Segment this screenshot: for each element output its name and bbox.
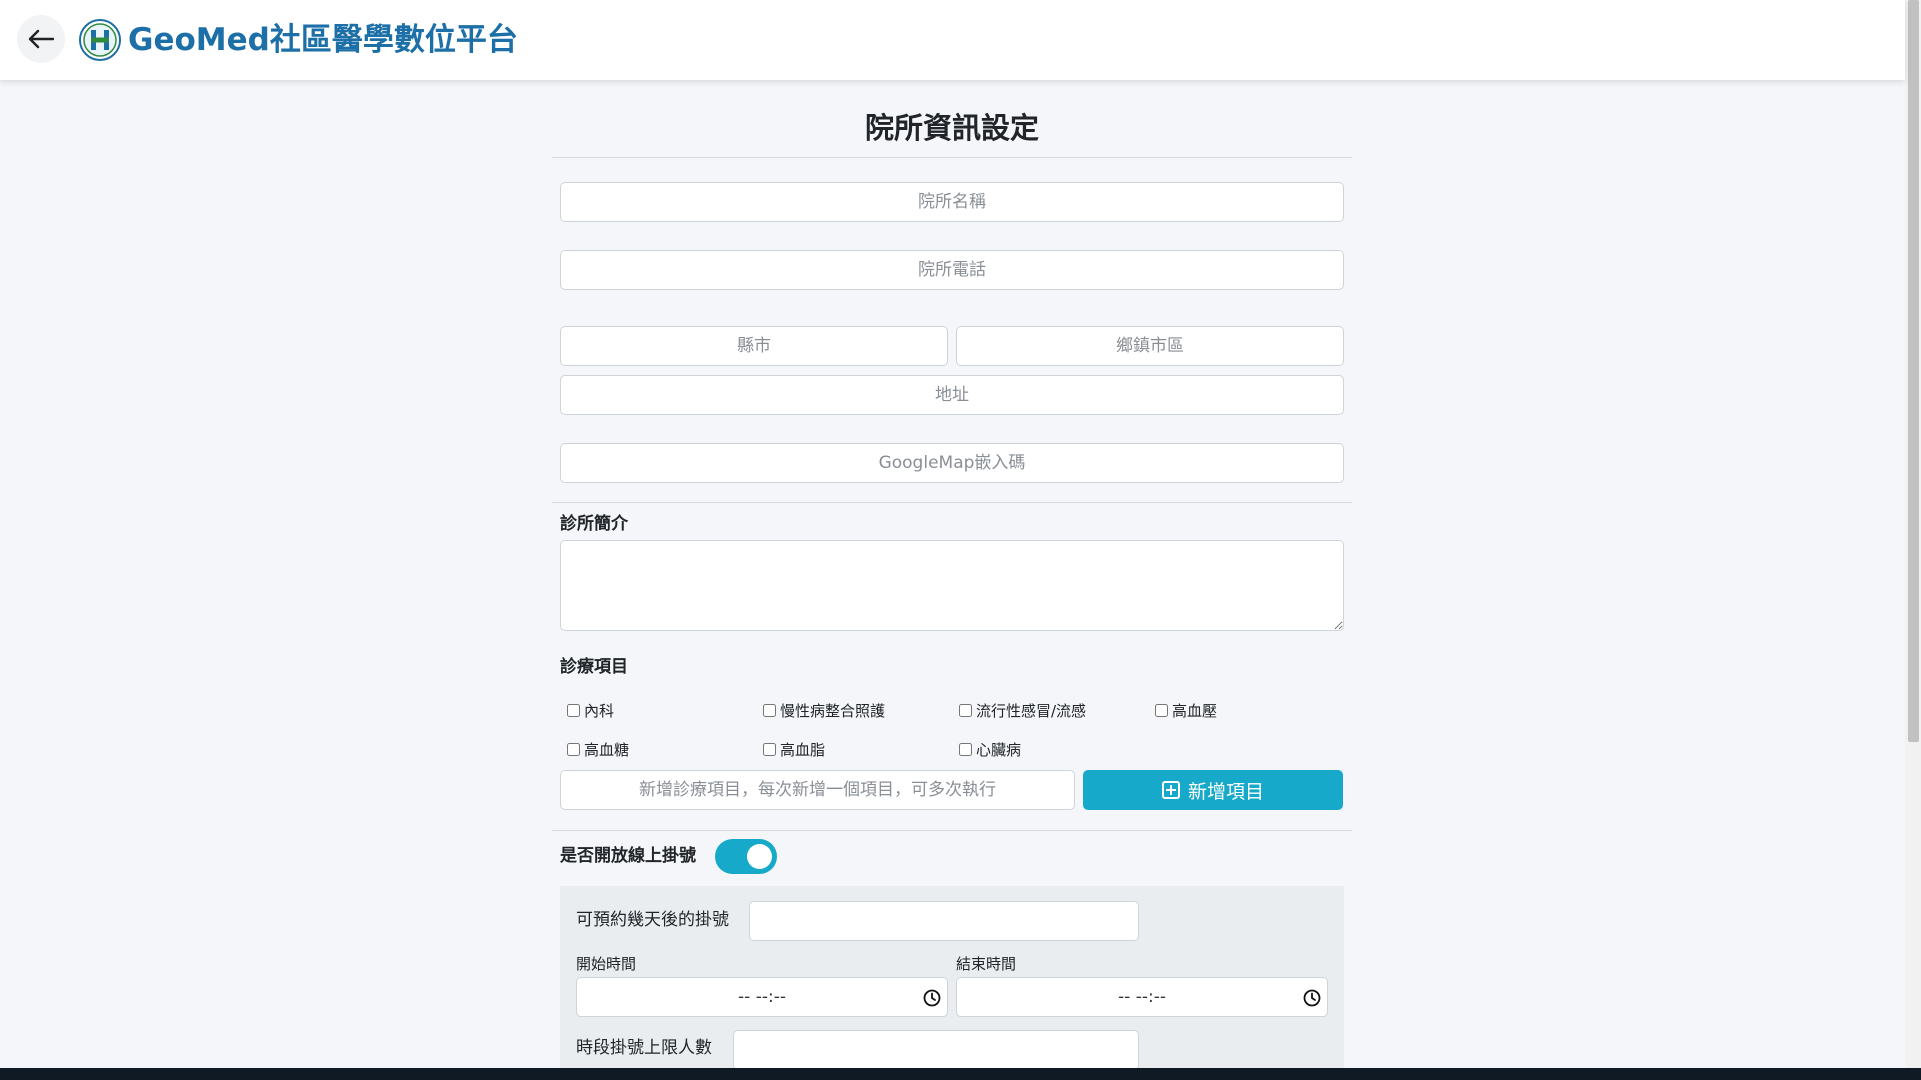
- end-time-input[interactable]: -- --:--: [956, 977, 1328, 1017]
- checkbox[interactable]: [959, 742, 972, 756]
- checkbox[interactable]: [763, 742, 776, 756]
- scrollbar-thumb[interactable]: [1908, 0, 1919, 742]
- service-checkbox-hypertension[interactable]: 高血壓: [1155, 699, 1217, 721]
- advance-days-input[interactable]: [749, 901, 1139, 941]
- add-service-label: 新增項目: [1187, 780, 1264, 803]
- back-button[interactable]: [17, 15, 65, 63]
- clock-icon[interactable]: [1303, 989, 1321, 1007]
- time-value: -- --:--: [1118, 987, 1166, 1007]
- checkbox-label: 高血脂: [780, 740, 826, 759]
- checkbox-label: 高血壓: [1172, 701, 1218, 720]
- clock-icon[interactable]: [923, 989, 941, 1007]
- service-checkbox-hyperlipidemia[interactable]: 高血脂: [763, 738, 825, 760]
- online-booking-toggle[interactable]: [715, 839, 777, 874]
- checkbox[interactable]: [567, 742, 580, 756]
- new-service-input[interactable]: [560, 770, 1075, 810]
- clinic-phone-input[interactable]: [560, 250, 1344, 290]
- page-title: 院所資訊設定: [864, 111, 1039, 145]
- checkbox[interactable]: [959, 703, 972, 717]
- checkbox-label: 慢性病整合照護: [780, 701, 886, 720]
- service-checkbox-heart-disease[interactable]: 心臟病: [959, 738, 1021, 760]
- checkbox-label: 內科: [584, 701, 615, 720]
- checkbox[interactable]: [567, 703, 580, 717]
- service-checkbox-internal-medicine[interactable]: 內科: [567, 699, 614, 721]
- county-select[interactable]: [560, 326, 948, 366]
- district-select[interactable]: [956, 326, 1344, 366]
- clinic-name-input[interactable]: [560, 182, 1344, 222]
- top-navbar: GeoMed社區醫學數位平台: [0, 0, 1905, 80]
- service-checkbox-hyperglycemia[interactable]: 高血糖: [567, 738, 629, 760]
- advance-days-label: 可預約幾天後的掛號: [576, 910, 729, 930]
- clinic-intro-textarea[interactable]: [560, 540, 1344, 631]
- plus-square-icon: [1161, 781, 1180, 799]
- toggle-knob: [747, 844, 772, 869]
- divider: [552, 830, 1352, 831]
- start-time-input[interactable]: -- --:--: [576, 977, 948, 1017]
- service-checkbox-influenza[interactable]: 流行性感冒/流感: [959, 699, 1086, 721]
- checkbox-label: 高血糖: [584, 740, 630, 759]
- add-service-button[interactable]: 新增項目: [1083, 770, 1343, 810]
- service-checkbox-chronic-care[interactable]: 慢性病整合照護: [763, 699, 885, 721]
- hospital-logo-icon: [79, 19, 121, 61]
- app-brand-title[interactable]: GeoMed社區醫學數位平台: [128, 20, 518, 60]
- bottom-edge-bar: [0, 1068, 1921, 1080]
- time-value: -- --:--: [738, 987, 786, 1007]
- slot-limit-input[interactable]: [733, 1030, 1139, 1070]
- slot-limit-label: 時段掛號上限人數: [576, 1038, 712, 1058]
- clinic-intro-label: 診所簡介: [560, 514, 628, 534]
- checkbox[interactable]: [763, 703, 776, 717]
- address-input[interactable]: [560, 375, 1344, 415]
- divider: [552, 157, 1352, 158]
- checkbox[interactable]: [1155, 703, 1168, 717]
- online-booking-label: 是否開放線上掛號: [560, 846, 696, 866]
- services-label: 診療項目: [560, 657, 628, 677]
- arrow-left-icon: [28, 29, 54, 49]
- divider: [552, 502, 1352, 503]
- start-time-label: 開始時間: [576, 955, 637, 973]
- checkbox-label: 心臟病: [976, 740, 1022, 759]
- googlemap-embed-input[interactable]: [560, 443, 1344, 483]
- end-time-label: 結束時間: [956, 955, 1017, 973]
- checkbox-label: 流行性感冒/流感: [976, 701, 1087, 720]
